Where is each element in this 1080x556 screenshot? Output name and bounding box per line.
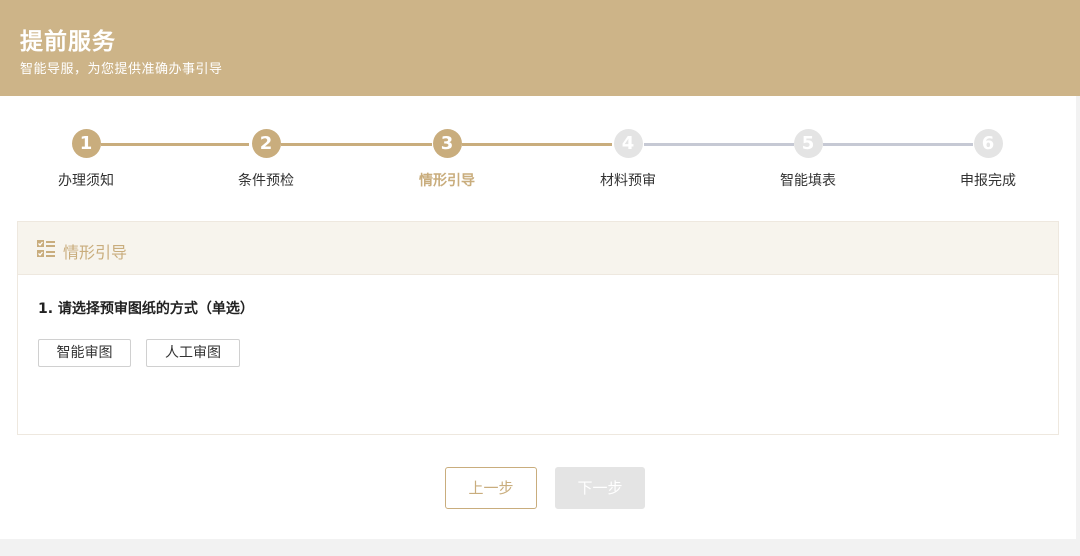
main-card: 1 办理须知 2 条件预检 3 情形引导 4 材料预审 5 智能填表 6 申报完…: [0, 96, 1076, 539]
progress-steps: 1 办理须知 2 条件预检 3 情形引导 4 材料预审 5 智能填表 6 申报完…: [0, 96, 1076, 216]
page-subtitle: 智能导服，为您提供准确办事引导: [20, 62, 223, 77]
question-text: 1. 请选择预审图纸的方式（单选）: [38, 301, 254, 317]
step-2: 2 条件预检: [206, 129, 326, 190]
step-3-number: 3: [432, 129, 462, 158]
step-5: 5 智能填表: [748, 129, 868, 190]
step-5-label: 智能填表: [780, 173, 836, 189]
step-1: 1 办理须知: [26, 129, 146, 190]
step-4-label: 材料预审: [600, 173, 656, 189]
page-title: 提前服务: [20, 29, 116, 55]
checklist-icon: [37, 240, 55, 258]
situation-guide-section: 情形引导 1. 请选择预审图纸的方式（单选） 智能审图 人工审图: [17, 221, 1059, 435]
step-3-label: 情形引导: [419, 173, 475, 189]
step-6: 6 申报完成: [928, 129, 1048, 190]
next-step-button[interactable]: 下一步: [555, 467, 645, 509]
step-6-label: 申报完成: [960, 173, 1016, 189]
step-1-number: 1: [71, 129, 101, 158]
page-header: 提前服务 智能导服，为您提供准确办事引导: [0, 0, 1080, 96]
step-4: 4 材料预审: [568, 129, 688, 190]
step-3: 3 情形引导: [387, 129, 507, 190]
section-header: 情形引导: [18, 222, 1058, 275]
step-1-label: 办理须知: [58, 173, 114, 189]
option-manual-review[interactable]: 人工审图: [146, 339, 240, 367]
step-5-number: 5: [793, 129, 823, 158]
prev-step-button[interactable]: 上一步: [445, 467, 537, 509]
step-6-number: 6: [973, 129, 1003, 158]
option-smart-review[interactable]: 智能审图: [38, 339, 131, 367]
step-4-number: 4: [613, 129, 643, 158]
step-2-number: 2: [251, 129, 281, 158]
section-title: 情形引导: [63, 243, 128, 262]
step-2-label: 条件预检: [238, 173, 294, 189]
